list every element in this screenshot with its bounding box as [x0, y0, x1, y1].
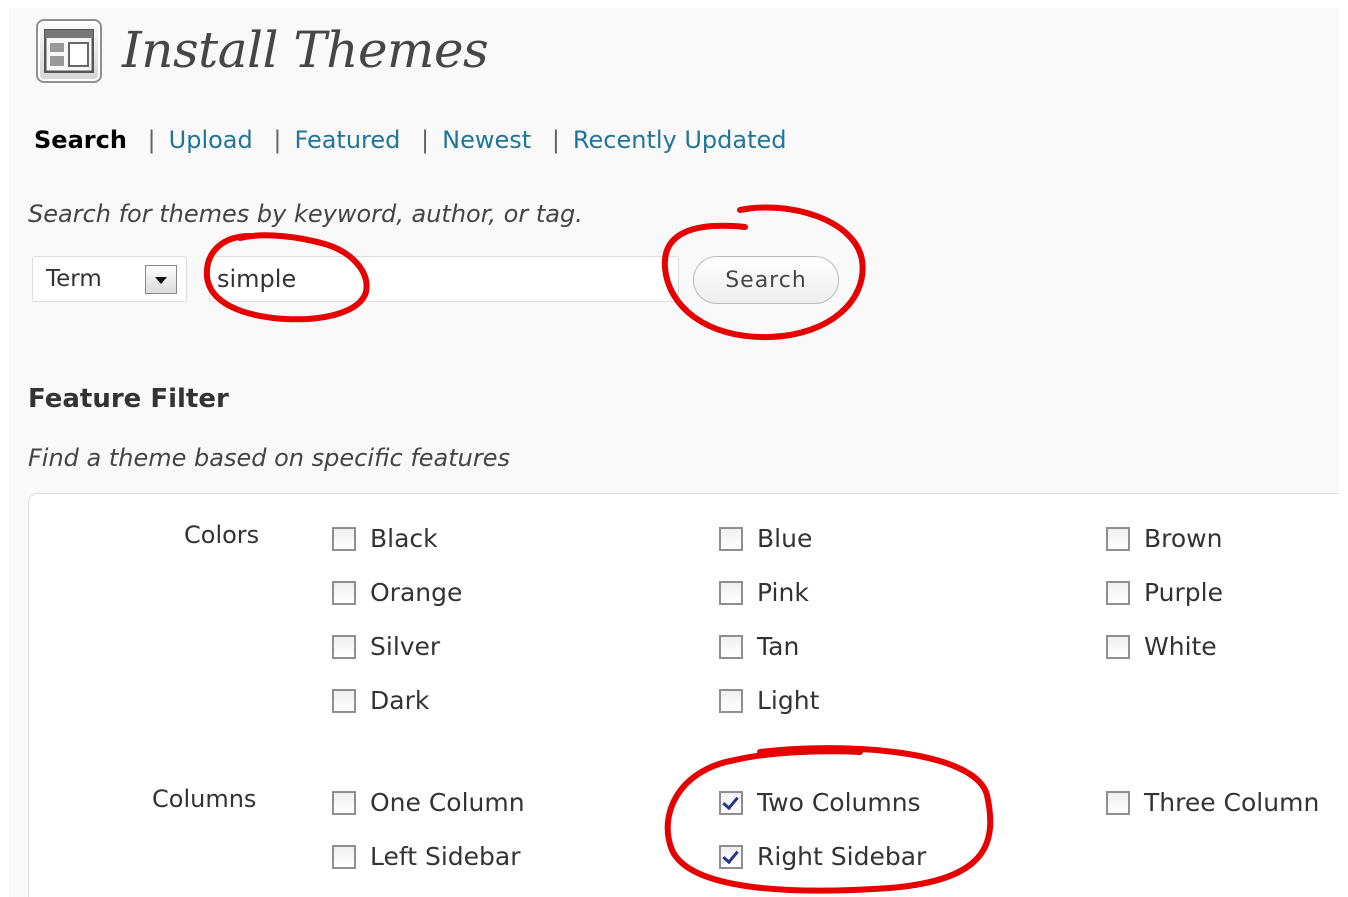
feature-filter-title: Feature Filter [28, 384, 229, 414]
theme-tabs: Search | Upload | Featured | Newest | Recent… [34, 126, 787, 154]
checkbox[interactable] [1106, 634, 1130, 659]
checkbox[interactable] [332, 526, 356, 551]
feature-option-silver[interactable]: Silver [332, 632, 440, 661]
tab-separator: | [421, 126, 430, 154]
checkbox[interactable] [719, 634, 743, 659]
tab-upload[interactable]: Upload [169, 126, 253, 154]
tab-recently-updated[interactable]: Recently Updated [573, 126, 787, 154]
feature-option-purple[interactable]: Purple [1106, 578, 1223, 607]
feature-option-black[interactable]: Black [332, 524, 438, 553]
group-label-columns: Columns [152, 785, 257, 813]
checkbox-checked[interactable] [719, 790, 743, 815]
checkbox[interactable] [332, 634, 356, 659]
search-type-value: Term [46, 266, 102, 292]
tab-search[interactable]: Search [34, 126, 127, 154]
checkbox[interactable] [1106, 790, 1130, 815]
search-help-text: Search for themes by keyword, author, or… [28, 200, 583, 228]
tab-featured[interactable]: Featured [294, 126, 400, 154]
checkbox[interactable] [719, 688, 743, 713]
tab-newest[interactable]: Newest [442, 126, 531, 154]
search-type-select[interactable]: Term [32, 256, 187, 302]
feature-option-three-columns[interactable]: Three Column [1106, 788, 1319, 817]
feature-option-white[interactable]: White [1106, 632, 1217, 661]
feature-option-tan[interactable]: Tan [719, 632, 799, 661]
checkbox[interactable] [1106, 580, 1130, 605]
search-button[interactable]: Search [693, 256, 839, 304]
feature-option-two-columns[interactable]: Two Columns [719, 788, 921, 817]
dropdown-arrow-icon[interactable] [145, 265, 177, 294]
feature-option-dark[interactable]: Dark [332, 686, 429, 715]
group-label-colors: Colors [184, 521, 260, 549]
tab-separator: | [147, 126, 156, 154]
checkbox[interactable] [719, 580, 743, 605]
checkbox[interactable] [1106, 526, 1130, 551]
feature-option-brown[interactable]: Brown [1106, 524, 1222, 553]
checkbox[interactable] [332, 844, 356, 869]
tab-separator: | [551, 126, 560, 154]
feature-option-left-sidebar[interactable]: Left Sidebar [332, 842, 521, 871]
tab-separator: | [273, 126, 282, 154]
checkbox[interactable] [332, 790, 356, 815]
feature-filter-box [28, 493, 1339, 897]
page-title: Install Themes [122, 21, 489, 79]
feature-option-right-sidebar[interactable]: Right Sidebar [719, 842, 926, 871]
checkbox[interactable] [332, 688, 356, 713]
checkbox-checked[interactable] [719, 844, 743, 869]
checkbox[interactable] [719, 526, 743, 551]
feature-option-one-column[interactable]: One Column [332, 788, 525, 817]
theme-layout-icon [36, 19, 102, 83]
checkbox[interactable] [332, 580, 356, 605]
search-input[interactable] [209, 256, 679, 302]
feature-option-orange[interactable]: Orange [332, 578, 462, 607]
feature-option-light[interactable]: Light [719, 686, 819, 715]
feature-filter-help: Find a theme based on specific features [28, 444, 511, 472]
feature-option-blue[interactable]: Blue [719, 524, 812, 553]
feature-option-pink[interactable]: Pink [719, 578, 809, 607]
install-themes-page: Install Themes Search | Upload | Featured … [9, 8, 1339, 897]
